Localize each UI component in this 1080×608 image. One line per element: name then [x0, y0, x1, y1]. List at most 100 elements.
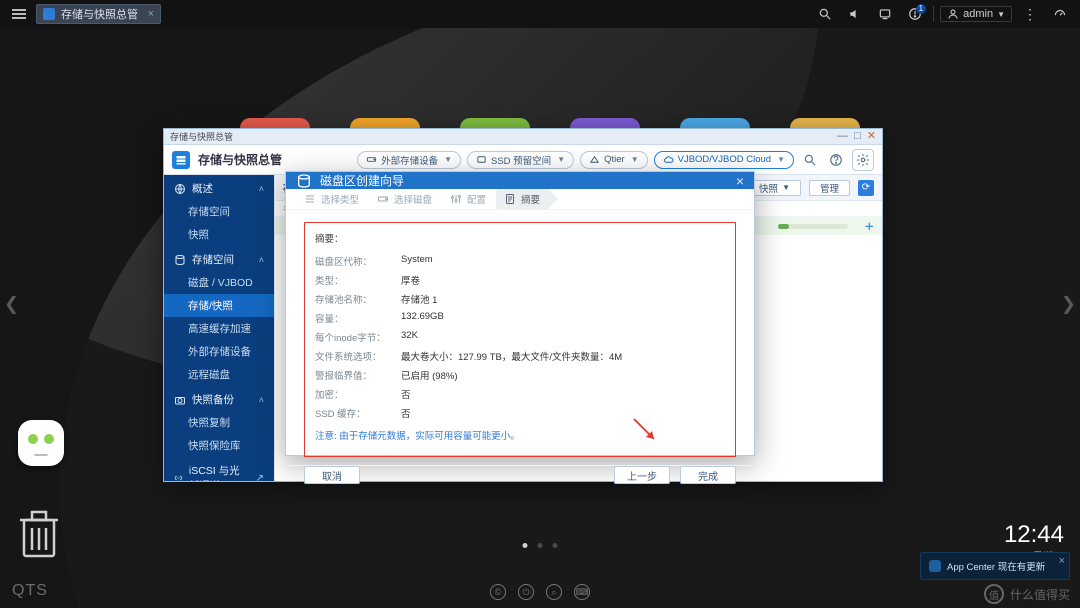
- sidebar-item-snapshot-vault[interactable]: 快照保险库: [164, 434, 274, 457]
- close-icon[interactable]: ✕: [867, 131, 876, 142]
- wizard-titlebar[interactable]: 磁盘区创建向导 ×: [286, 172, 754, 189]
- power-icon[interactable]: ⏻: [518, 584, 534, 600]
- app-logo-icon: [172, 151, 190, 169]
- refresh-icon[interactable]: ⟳: [858, 180, 874, 196]
- sidebar-item-disk-vjbod[interactable]: 磁盘 / VJBOD: [164, 271, 274, 294]
- help-icon[interactable]: [826, 150, 846, 170]
- system-topbar: 存储与快照总管 × 1 admin ▼ ⋮: [0, 0, 1080, 28]
- globe-icon: [174, 183, 186, 195]
- step-select-disk[interactable]: 选择磁盘: [369, 189, 440, 209]
- display-icon[interactable]: ⌕: [546, 584, 562, 600]
- step-configure[interactable]: 配置: [442, 189, 494, 209]
- sidebar-item-snapshot-replica[interactable]: 快照复制: [164, 411, 274, 434]
- sidebar-group-snapshot-backup[interactable]: 快照备份˄: [164, 386, 274, 411]
- search-icon[interactable]: [813, 2, 837, 26]
- settings-icon[interactable]: [852, 149, 874, 171]
- sidebar-group-iscsi[interactable]: iSCSI 与光纤通道 ↗: [164, 457, 274, 481]
- summary-row-filesystem: 文件系统选项：最大卷大小：127.99 TB，最大文件/文件夹数量：4M: [315, 346, 725, 365]
- summary-note: 注意: 由于存储元数据，实际可用容量可能更小。: [315, 428, 725, 442]
- close-icon[interactable]: ×: [736, 173, 744, 189]
- appcenter-icon: [929, 560, 941, 572]
- desktop-next-icon[interactable]: ❯: [1061, 294, 1076, 315]
- clock-time: 12:44: [977, 521, 1064, 549]
- close-icon[interactable]: ×: [1059, 555, 1065, 567]
- external-link-icon: ↗: [256, 473, 264, 482]
- summary-row-inode: 每个inode字节：32K: [315, 327, 725, 346]
- minimize-icon[interactable]: —: [837, 131, 848, 142]
- step-select-type[interactable]: 选择类型: [296, 189, 367, 209]
- app-icon: [43, 8, 55, 20]
- doc-icon: [504, 193, 516, 205]
- cancel-button[interactable]: 取消: [304, 466, 360, 484]
- summary-row-encryption: 加密：否: [315, 384, 725, 403]
- prev-button[interactable]: 上一步: [614, 466, 670, 484]
- manage-button[interactable]: 管理: [809, 180, 850, 196]
- desktop-pager[interactable]: [523, 543, 558, 548]
- volume-create-wizard: 磁盘区创建向导 × 选择类型 选择磁盘 配置 摘要 摘要：: [285, 171, 755, 456]
- summary-row-capacity: 容量：132.69GB: [315, 308, 725, 327]
- sidebar-item-storage-space[interactable]: 存储空间: [164, 200, 274, 223]
- user-name: admin: [963, 8, 993, 20]
- sidebar: 概述˄ 存储空间 快照 存储空间˄ 磁盘 / VJBOD 存储/快照 高速缓存加…: [164, 175, 274, 481]
- drive-icon: [377, 193, 389, 205]
- bottom-center-icons: © ⏻ ⌕ ⌨: [490, 584, 590, 600]
- expand-icon[interactable]: ＋: [864, 219, 874, 233]
- pill-external-storage[interactable]: 外部存储设备▼: [357, 151, 461, 169]
- step-summary[interactable]: 摘要: [496, 189, 548, 209]
- ssd-icon: [476, 154, 487, 165]
- sidebar-group-storage[interactable]: 存储空间˄: [164, 246, 274, 271]
- user-menu[interactable]: admin ▼: [940, 6, 1012, 22]
- camera-icon: [174, 394, 186, 406]
- summary-heading: 摘要：: [315, 231, 725, 245]
- sidebar-item-snapshot[interactable]: 快照: [164, 223, 274, 246]
- copyright-icon[interactable]: ©: [490, 584, 506, 600]
- sidebar-item-remote-disk[interactable]: 远程磁盘: [164, 363, 274, 386]
- search-icon[interactable]: [800, 150, 820, 170]
- summary-row-threshold: 警报临界值：已启用 (98%): [315, 365, 725, 384]
- maximize-icon[interactable]: □: [854, 131, 861, 142]
- keyboard-icon[interactable]: ⌨: [574, 584, 590, 600]
- sidebar-item-cache-accel[interactable]: 高速缓存加速: [164, 317, 274, 340]
- taskbar-app-label: 存储与快照总管: [61, 6, 138, 22]
- disk-icon: [296, 173, 312, 189]
- volume-icon[interactable]: [843, 2, 867, 26]
- recycle-bin-icon[interactable]: [18, 508, 60, 560]
- taskbar-app-button[interactable]: 存储与快照总管 ×: [36, 4, 161, 24]
- window-tab-title: 存储与快照总管: [170, 130, 233, 143]
- pill-ssd-overprovision[interactable]: SSD 预留空间▼: [467, 151, 574, 169]
- desktop-root: 存储与快照总管 × 1 admin ▼ ⋮: [0, 0, 1080, 608]
- notification-icon[interactable]: 1: [903, 2, 927, 26]
- summary-row-pool: 存储池名称：存储池 1: [315, 289, 725, 308]
- stack-icon: [174, 254, 186, 266]
- list-icon: [304, 193, 316, 205]
- watermark-logo-icon: 值: [984, 584, 1004, 604]
- wizard-title: 磁盘区创建向导: [320, 172, 404, 189]
- window-titlebar[interactable]: 存储与快照总管 — □ ✕: [164, 129, 882, 145]
- desktop-prev-icon[interactable]: ❮: [4, 294, 19, 315]
- pill-vjbod[interactable]: VJBOD/VJBOD Cloud▼: [654, 151, 794, 169]
- menu-icon[interactable]: [8, 5, 30, 23]
- drive-icon: [366, 154, 377, 165]
- cloud-icon: [663, 154, 674, 165]
- wizard-steps: 选择类型 选择磁盘 配置 摘要: [286, 189, 754, 210]
- usage-bar: [778, 224, 848, 229]
- close-icon[interactable]: ×: [148, 8, 154, 20]
- sidebar-item-storage-snapshot[interactable]: 存储/快照: [164, 294, 274, 317]
- qtier-icon: [589, 154, 600, 165]
- summary-row-alias: 磁盘区代称：System: [315, 251, 725, 270]
- wizard-footer: 取消 上一步 完成: [286, 465, 754, 484]
- sidebar-item-external-storage[interactable]: 外部存储设备: [164, 340, 274, 363]
- devices-icon[interactable]: [873, 2, 897, 26]
- assistant-robot-icon[interactable]: [18, 420, 64, 466]
- more-icon[interactable]: ⋮: [1018, 2, 1042, 26]
- toast-text: App Center 现在有更新: [947, 559, 1045, 573]
- pill-qtier[interactable]: Qtier▼: [580, 151, 648, 169]
- finish-button[interactable]: 完成: [680, 466, 736, 484]
- update-toast[interactable]: App Center 现在有更新 ×: [920, 552, 1070, 580]
- snapshot-button[interactable]: 快照▼: [748, 180, 801, 196]
- summary-frame-annotation: 摘要： 磁盘区代称：System 类型：厚卷 存储池名称：存储池 1 容量：13…: [304, 222, 736, 457]
- user-icon: [947, 8, 959, 20]
- dashboard-icon[interactable]: [1048, 2, 1072, 26]
- summary-row-ssd-cache: SSD 缓存：否: [315, 403, 725, 422]
- sidebar-group-overview[interactable]: 概述˄: [164, 175, 274, 200]
